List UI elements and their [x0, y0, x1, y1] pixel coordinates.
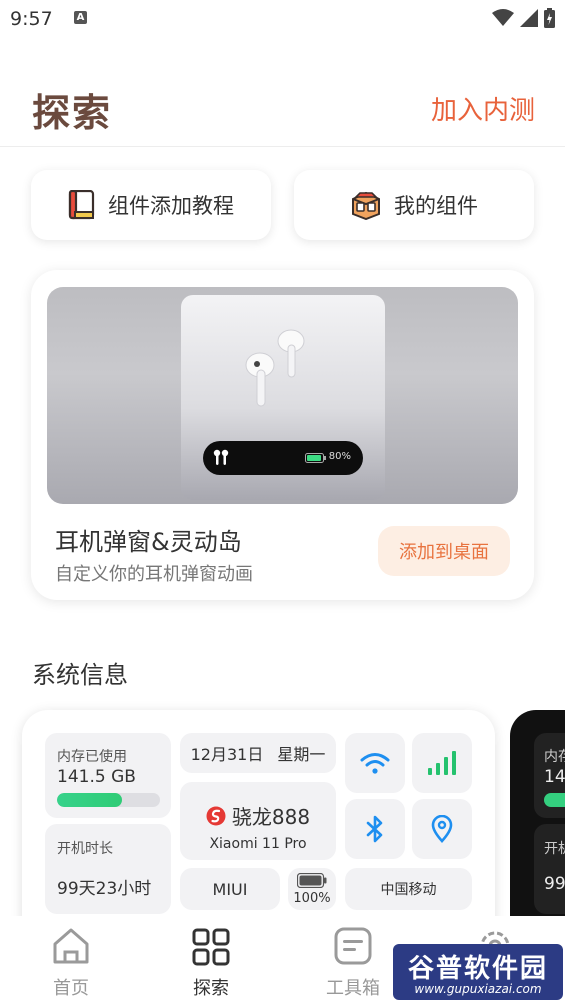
featured-subtitle: 自定义你的耳机弹窗动画: [55, 564, 253, 585]
system-info-section-title: 系统信息: [32, 661, 128, 689]
phone-preview: 80%: [181, 295, 385, 500]
signal-tile: [412, 733, 472, 793]
nav-home[interactable]: 首页: [26, 916, 116, 1004]
featured-title: 耳机弹窗&灵动岛: [55, 528, 242, 556]
status-time: 9:57: [10, 8, 53, 30]
snapdragon-icon: [206, 806, 226, 825]
wifi-icon: [360, 753, 390, 774]
notification-icon: A: [74, 11, 87, 24]
nav-home-label: 首页: [53, 978, 89, 999]
book-icon: [68, 190, 95, 220]
page-title: 探索: [32, 91, 113, 135]
bluetooth-icon: [366, 815, 383, 843]
dark-uptime-value: 99: [544, 874, 565, 894]
wifi-status-icon: [492, 9, 514, 26]
date-tile: 12月31日 星期一: [180, 733, 336, 773]
dark-memory-tile: 内存 141: [534, 733, 565, 818]
wifi-tile: [345, 733, 405, 793]
device-name: Xiaomi 11 Pro: [209, 836, 307, 852]
my-widgets-button[interactable]: 我的组件: [294, 170, 534, 240]
nav-toolbox-label: 工具箱: [326, 978, 380, 999]
home-icon: [53, 928, 89, 964]
dark-widget-card-peek[interactable]: 内存 141 开机 99: [510, 710, 565, 950]
airpods-image: [245, 329, 305, 407]
featured-widget-card[interactable]: 80% 耳机弹窗&灵动岛 自定义你的耳机弹窗动画 添加到桌面: [31, 270, 534, 600]
dark-memory-bar: [544, 793, 565, 807]
uptime-value: 99天23小时: [57, 879, 152, 899]
join-beta-link[interactable]: 加入内测: [431, 90, 535, 127]
widget-tutorial-button[interactable]: 组件添加教程: [31, 170, 271, 240]
chip-name: 骁龙888: [180, 801, 336, 830]
nav-explore-label: 探索: [193, 978, 229, 999]
cell-signal-icon: [520, 9, 538, 27]
chip-tile: 骁龙888 Xiaomi 11 Pro: [180, 782, 336, 860]
battery-icon: [297, 873, 327, 888]
toolbox-icon: [334, 927, 372, 965]
memory-progress-fill: [57, 793, 122, 807]
watermark-text: 谷普软件园: [407, 954, 548, 984]
chip-label: 骁龙888: [231, 805, 311, 829]
bluetooth-tile: [345, 799, 405, 859]
signal-bars-icon: [428, 751, 456, 775]
uptime-tile: 开机时长 99天23小时: [45, 824, 171, 914]
featured-preview-image: 80%: [47, 287, 518, 504]
widget-tutorial-label: 组件添加教程: [108, 194, 234, 218]
location-tile: [412, 799, 472, 859]
dark-uptime-tile: 开机 99: [534, 824, 565, 914]
system-info-widget-card[interactable]: 内存已使用 141.5 GB 开机时长 99天23小时 12月31日 星期一 骁…: [22, 710, 495, 950]
weekday-text: 星期一: [277, 745, 326, 764]
carrier-tile: 中国移动: [345, 868, 472, 910]
memory-label: 内存已使用: [57, 749, 127, 765]
grid-icon: [192, 928, 230, 966]
date-text: 12月31日: [190, 745, 264, 764]
memory-progress-bar: [57, 793, 160, 807]
earbuds-icon: [213, 449, 229, 465]
battery-tile: 100%: [288, 868, 336, 910]
nav-toolbox[interactable]: 工具箱: [308, 916, 398, 1004]
battery-percent: 100%: [293, 891, 331, 906]
battery-indicator-icon: [305, 453, 326, 463]
nav-explore[interactable]: 探索: [166, 916, 256, 1004]
box-icon: [352, 191, 380, 220]
battery-status-icon: [544, 8, 555, 28]
dynamic-island-preview: 80%: [203, 441, 363, 475]
location-icon: [431, 815, 453, 843]
my-widgets-label: 我的组件: [394, 194, 478, 218]
dark-uptime-label: 开机: [544, 841, 565, 857]
add-to-desktop-button[interactable]: 添加到桌面: [378, 526, 510, 576]
island-battery-text: 80%: [328, 451, 351, 462]
memory-value: 141.5 GB: [57, 767, 136, 787]
memory-tile: 内存已使用 141.5 GB: [45, 733, 171, 818]
watermark-logo: 谷普软件园 www.gupuxiazai.com: [393, 944, 563, 1000]
status-icons: [492, 8, 555, 28]
uptime-label: 开机时长: [57, 841, 113, 857]
watermark-url: www.gupuxiazai.com: [414, 982, 542, 996]
header-divider: [0, 146, 565, 147]
dark-memory-label: 内存: [544, 749, 565, 765]
os-tile: MIUI: [180, 868, 280, 910]
dark-memory-value: 141: [544, 767, 565, 787]
